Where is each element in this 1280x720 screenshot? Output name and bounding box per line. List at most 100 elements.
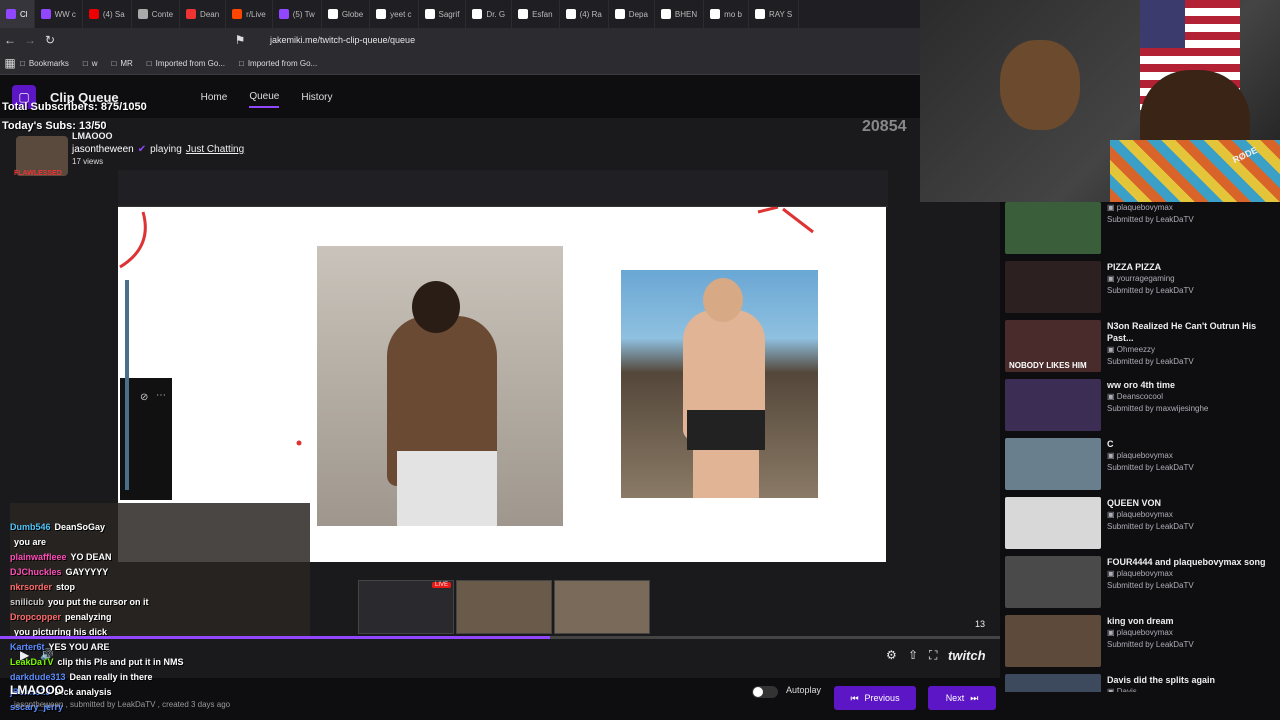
tab-favicon-icon: [88, 9, 99, 19]
chat-line: you are: [10, 535, 310, 550]
queue-channel[interactable]: ▣ Deanscocool: [1107, 391, 1208, 403]
browser-tab[interactable]: Esfan: [512, 0, 560, 28]
queue-item[interactable]: NOBODY LIKES HIM N3on Realized He Can't O…: [1005, 320, 1280, 372]
related-clip-3[interactable]: [554, 580, 650, 634]
settings-icon[interactable]: ⚙: [886, 648, 897, 662]
chat-message: clip this Pls and put it in NMS: [57, 657, 184, 667]
browser-tab[interactable]: mo b: [704, 0, 749, 28]
queue-channel[interactable]: ▣ yourragegaming: [1107, 273, 1194, 285]
queue-channel[interactable]: ▣ plaquebovymax: [1107, 450, 1194, 462]
queue-thumbnail[interactable]: [1005, 556, 1101, 608]
tab-favicon-icon: [660, 9, 671, 19]
queue-thumbnail[interactable]: [1005, 674, 1101, 692]
browser-tab[interactable]: BHEN: [655, 0, 705, 28]
bookmark-icon[interactable]: ⚑: [230, 33, 250, 47]
browser-tab[interactable]: (4) Ra: [560, 0, 609, 28]
folder-icon: □: [146, 58, 152, 68]
browser-tab[interactable]: Dr. G: [466, 0, 513, 28]
tab-favicon-icon: [137, 9, 148, 19]
brush-icon[interactable]: ⊘: [140, 392, 148, 403]
clip-channel[interactable]: jasontheween: [72, 144, 134, 155]
folder-icon: □: [238, 58, 244, 68]
queue-thumbnail[interactable]: [1005, 379, 1101, 431]
bookmark-item[interactable]: □ Imported from Go...: [147, 59, 225, 68]
queue-item[interactable]: king von dream ▣ plaquebovymax Submitted b…: [1005, 615, 1280, 667]
bookmarks-bar: ▦ □ Bookmarks □ w □ MR □ Imported from Go... □ Im…: [0, 52, 920, 75]
chat-message: YO DEAN: [70, 552, 112, 562]
related-clip-2[interactable]: [456, 580, 552, 634]
queue-item[interactable]: QUEEN VON ▣ plaquebovymax Submitted by Lea…: [1005, 497, 1280, 549]
next-button[interactable]: Next ⏭: [928, 686, 996, 710]
volume-icon[interactable]: 🔊: [40, 648, 54, 661]
tab-favicon-icon: [565, 9, 576, 19]
browser-tab[interactable]: r/Live: [226, 0, 273, 28]
channel-icon: ▣: [1107, 451, 1117, 460]
channel-icon: ▣: [1107, 345, 1117, 354]
queue-thumbnail[interactable]: [1005, 261, 1101, 313]
queue-item[interactable]: C ▣ plaquebovymax Submitted by LeakDaTV: [1005, 438, 1280, 490]
queue-channel[interactable]: ▣ plaquebovymax: [1107, 627, 1194, 639]
bookmark-item[interactable]: □ w: [83, 59, 98, 68]
twitch-logo[interactable]: twitch: [948, 648, 986, 663]
queue-item[interactable]: FOUR4444 and plaquebovymax song ▣ plaqueb…: [1005, 556, 1280, 608]
bookmark-item[interactable]: □ Bookmarks: [20, 59, 69, 68]
browser-tab[interactable]: yeet c: [370, 0, 419, 28]
apps-grid-icon[interactable]: ▦: [0, 56, 20, 70]
autoplay-toggle[interactable]: [752, 686, 778, 698]
browser-tab[interactable]: Depa: [609, 0, 655, 28]
bookmark-item[interactable]: □ Imported from Go...: [239, 59, 317, 68]
back-icon[interactable]: ←: [0, 33, 20, 47]
browser-tab[interactable]: Dean: [180, 0, 227, 28]
queue-submitter: Submitted by LeakDaTV: [1107, 215, 1194, 224]
queue-thumbnail[interactable]: [1005, 497, 1101, 549]
tab-favicon-icon: [232, 9, 243, 19]
chat-message: you are: [14, 537, 47, 547]
tab-favicon-icon: [754, 9, 765, 19]
queue-item[interactable]: ww oro 4th time ▣ Deanscocool Submitted by…: [1005, 379, 1280, 431]
browser-tab[interactable]: RAY S: [749, 0, 800, 28]
clip-game[interactable]: Just Chatting: [186, 144, 244, 155]
browser-tab[interactable]: Globe: [322, 0, 371, 28]
chat-message: stop: [56, 582, 76, 592]
queue-channel[interactable]: ▣ plaquebovymax: [1107, 568, 1266, 580]
url-field[interactable]: jakemiki.me/twitch-clip-queue/queue: [270, 35, 415, 45]
queue-item[interactable]: Davis did the splits again ▣ Davis: [1005, 674, 1280, 692]
chat-line: Dumb546 DeanSoGay: [10, 520, 310, 535]
nav-history[interactable]: History: [301, 88, 332, 107]
queue-channel-name: plaquebovymax: [1116, 510, 1173, 519]
queue-thumbnail[interactable]: [1005, 202, 1101, 254]
forward-icon[interactable]: →: [20, 33, 40, 47]
browser-tab[interactable]: (4) Sa: [83, 0, 132, 28]
queue-item[interactable]: PIZZA PIZZA ▣ yourragegaming Submitted by …: [1005, 261, 1280, 313]
play-icon[interactable]: ▶: [20, 648, 29, 662]
queue-channel[interactable]: ▣ Davis: [1107, 686, 1215, 692]
queue-channel[interactable]: ▣ Ohmeezzy: [1107, 344, 1280, 356]
browser-tab[interactable]: (5) Tw: [273, 0, 322, 28]
share-icon[interactable]: ⇧: [908, 648, 918, 662]
queue-channel[interactable]: ▣ plaquebovymax: [1107, 202, 1194, 214]
reload-icon[interactable]: ↻: [40, 33, 60, 47]
bookmark-label: MR: [120, 58, 133, 68]
browser-tab[interactable]: Conte: [132, 0, 181, 28]
queue-thumbnail[interactable]: [1005, 438, 1101, 490]
browser-tab[interactable]: WW c: [35, 0, 83, 28]
paint-slider[interactable]: [125, 280, 129, 490]
queue-thumbnail[interactable]: [1005, 615, 1101, 667]
more-icon[interactable]: ⋯: [156, 390, 166, 401]
queue-submitter: Submitted by LeakDaTV: [1107, 286, 1194, 295]
verified-icon: ✔: [137, 144, 147, 155]
seek-bar[interactable]: [0, 636, 1000, 639]
tab-favicon-icon: [327, 9, 338, 19]
nav-home[interactable]: Home: [201, 88, 228, 107]
browser-tab[interactable]: Sagrif: [419, 0, 467, 28]
nav-queue[interactable]: Queue: [249, 87, 280, 108]
queue-item[interactable]: ▣ plaquebovymax Submitted by LeakDaTV: [1005, 202, 1280, 254]
chat-line: LeakDaTV clip this Pls and put it in NMS: [10, 655, 310, 670]
queue-channel[interactable]: ▣ plaquebovymax: [1107, 509, 1194, 521]
fullscreen-icon[interactable]: ⛶: [929, 648, 937, 663]
bookmark-item[interactable]: □ MR: [111, 59, 132, 68]
related-clip-1[interactable]: [358, 580, 454, 634]
previous-button[interactable]: ⏮ Previous: [834, 686, 916, 710]
queue-thumbnail[interactable]: NOBODY LIKES HIM: [1005, 320, 1101, 372]
browser-tab[interactable]: Cl: [0, 0, 35, 28]
